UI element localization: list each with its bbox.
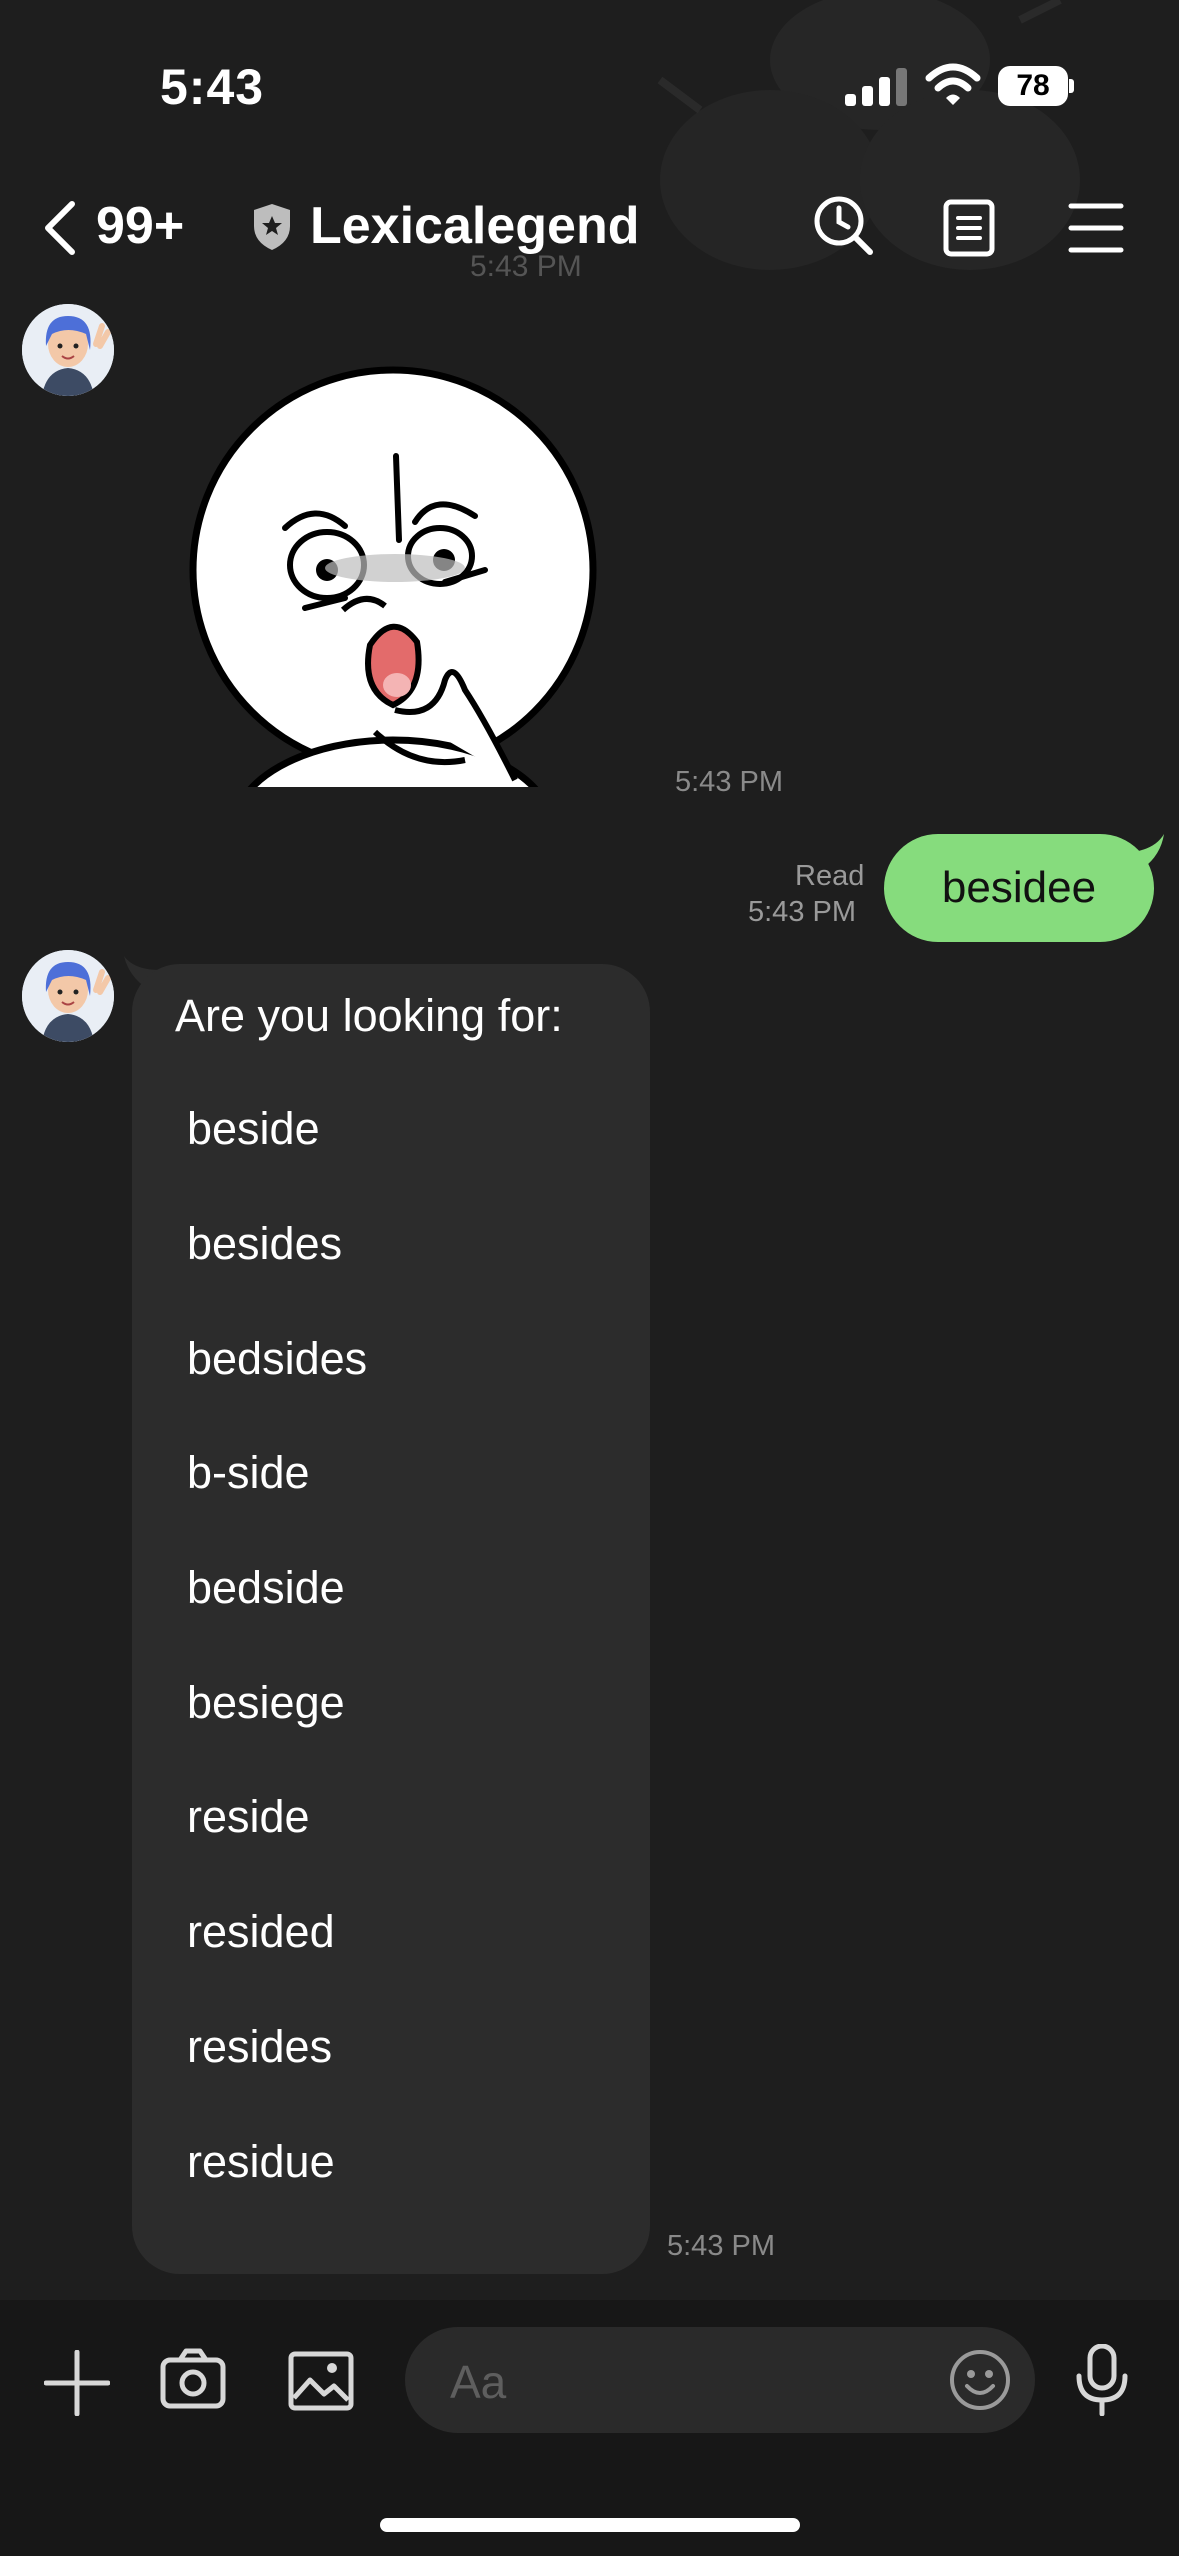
back-icon[interactable] (40, 200, 80, 256)
suggestion-item[interactable]: bedside (187, 1562, 345, 1614)
suggestion-heading: Are you looking for: (175, 990, 563, 1041)
status-time: 5:43 (160, 59, 265, 115)
background-illustration (657, 0, 1080, 270)
wifi-icon (925, 63, 981, 105)
shield-icon (254, 204, 290, 250)
notes-icon[interactable] (942, 198, 998, 258)
message-timestamp: 5:43 PM (748, 896, 856, 928)
faded-timestamp: 5:43 PM (470, 250, 582, 283)
suggestion-item[interactable]: bedsides (187, 1333, 367, 1385)
suggestion-item[interactable]: besides (187, 1218, 342, 1270)
suggestion-item[interactable]: beside (187, 1103, 320, 1155)
plus-icon[interactable] (44, 2350, 110, 2416)
search-clock-icon[interactable] (812, 194, 876, 258)
suggestion-item[interactable]: reside (187, 1791, 310, 1843)
message-input-placeholder[interactable]: Aa (450, 2355, 506, 2409)
home-indicator[interactable] (380, 2518, 800, 2532)
mic-icon[interactable] (1074, 2344, 1130, 2416)
sticker-image[interactable] (185, 360, 605, 790)
chat-title[interactable]: Lexicalegend (310, 196, 639, 256)
cellular-signal-icon (845, 68, 907, 106)
suggestion-item[interactable]: b-side (187, 1447, 310, 1499)
emoji-icon[interactable] (948, 2348, 1012, 2412)
message-timestamp: 5:43 PM (667, 2230, 775, 2262)
unread-count[interactable]: 99+ (96, 196, 184, 256)
outgoing-message-bubble[interactable]: besidee (884, 834, 1154, 942)
memoji-avatar-icon (22, 950, 114, 1042)
incoming-message-bubble[interactable] (132, 964, 650, 2274)
read-receipt: Read (795, 860, 865, 892)
camera-icon[interactable] (160, 2346, 226, 2412)
menu-icon[interactable] (1068, 202, 1124, 254)
suggestion-item[interactable]: resided (187, 1906, 335, 1958)
image-icon[interactable] (288, 2348, 354, 2414)
message-timestamp: 5:43 PM (675, 766, 783, 798)
avatar[interactable] (22, 304, 114, 396)
suggestion-item[interactable]: besiege (187, 1677, 345, 1729)
suggestion-item[interactable]: resides (187, 2021, 332, 2073)
battery-indicator: 78 (998, 66, 1074, 106)
avatar[interactable] (22, 950, 114, 1042)
battery-level: 78 (998, 66, 1068, 106)
memoji-avatar-icon (22, 304, 114, 396)
suggestion-item[interactable]: residue (187, 2136, 335, 2188)
